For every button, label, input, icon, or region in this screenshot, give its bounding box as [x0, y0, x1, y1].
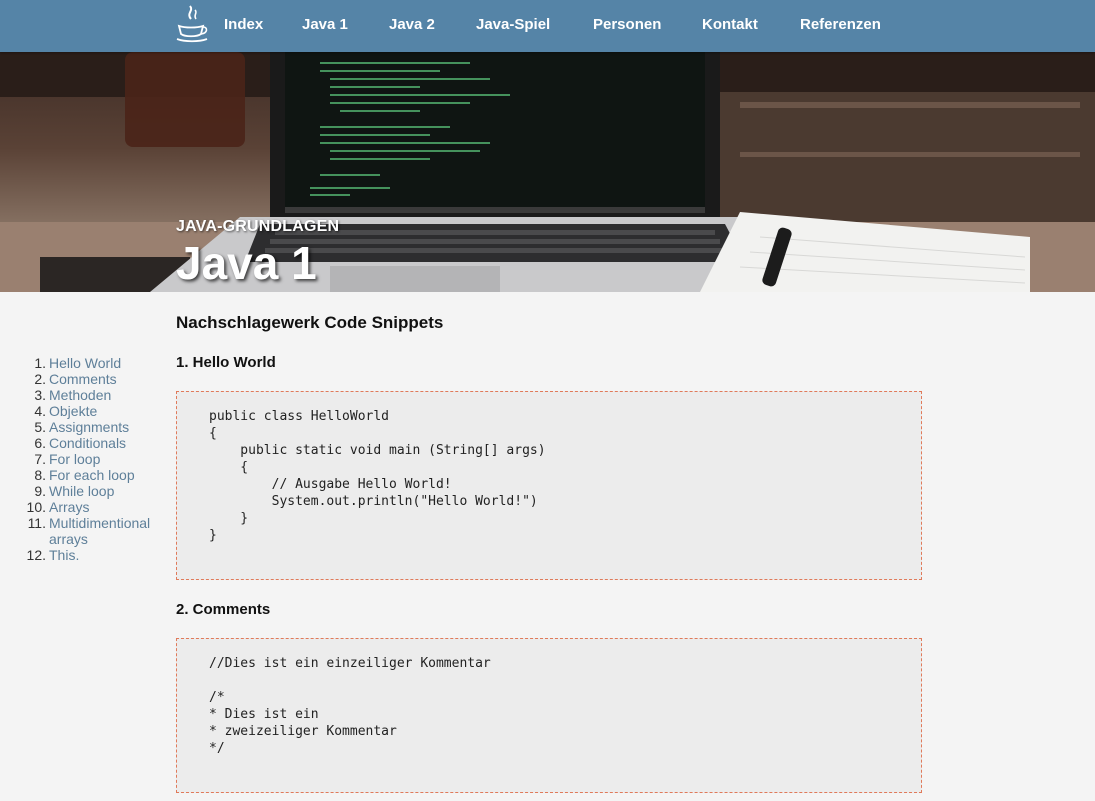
toc-link-objekte[interactable]: Objekte	[49, 403, 161, 419]
toc-link-assignments[interactable]: Assignments	[49, 419, 161, 435]
code-block-comments[interactable]: //Dies ist ein einzeiliger Kommentar /* …	[176, 638, 922, 793]
nav-java-1[interactable]: Java 1	[302, 16, 348, 33]
nav-java-spiel[interactable]: Java-Spiel	[476, 16, 550, 33]
toc-number: 3.	[34, 387, 46, 403]
nav-kontakt[interactable]: Kontakt	[702, 16, 758, 33]
toc-link-arrays[interactable]: Arrays	[49, 499, 161, 515]
toc-number: 1.	[34, 355, 46, 371]
toc-number: 8.	[34, 467, 46, 483]
toc-link-multidimentional-arrays[interactable]: Multidimentional arrays	[49, 515, 161, 547]
toc-number: 7.	[34, 451, 46, 467]
toc-number: 12.	[26, 547, 46, 563]
toc-link-methoden[interactable]: Methoden	[49, 387, 161, 403]
code-block-hello-world[interactable]: public class HelloWorld { public static …	[176, 391, 922, 580]
toc-number: 9.	[34, 483, 46, 499]
hero-laptop-photo	[0, 52, 1095, 292]
hero-kicker: JAVA-GRUNDLAGEN	[176, 218, 340, 235]
toc-number: 2.	[34, 371, 46, 387]
toc-number: 5.	[34, 419, 46, 435]
toc-number: 10.	[26, 499, 46, 515]
nav-referenzen[interactable]: Referenzen	[800, 16, 881, 33]
toc-link-while-loop[interactable]: While loop	[49, 483, 161, 499]
toc-item: 1. Hello World	[0, 355, 165, 371]
toc-number: 11.	[27, 515, 46, 531]
toc-number: 4.	[34, 403, 46, 419]
java-logo-icon[interactable]	[175, 4, 209, 44]
toc-item: 2. Comments	[0, 371, 165, 387]
toc-link-for-loop[interactable]: For loop	[49, 451, 161, 467]
section-title-hello-world: 1. Hello World	[176, 354, 276, 371]
top-navbar: Index Java 1 Java 2 Java-Spiel Personen …	[0, 0, 1095, 52]
toc-item: 10. Arrays	[0, 499, 165, 515]
toc-item: 4. Objekte	[0, 403, 165, 419]
toc-item: 9. While loop	[0, 483, 165, 499]
code-text: //Dies ist ein einzeiliger Kommentar /* …	[209, 656, 491, 756]
toc-item: 3. Methoden	[0, 387, 165, 403]
toc-item: 7. For loop	[0, 451, 165, 467]
toc-item: 5. Assignments	[0, 419, 165, 435]
page-heading: Nachschlagewerk Code Snippets	[176, 313, 444, 332]
toc-item: 6. Conditionals	[0, 435, 165, 451]
toc-item: 12. This.	[0, 547, 165, 563]
hero-banner: JAVA-GRUNDLAGEN Java 1	[0, 52, 1095, 292]
nav-java-2[interactable]: Java 2	[389, 16, 435, 33]
toc-link-for-each-loop[interactable]: For each loop	[49, 467, 161, 483]
nav-personen[interactable]: Personen	[593, 16, 661, 33]
toc-number: 6.	[34, 435, 46, 451]
toc-item: 8. For each loop	[0, 467, 165, 483]
toc-link-conditionals[interactable]: Conditionals	[49, 435, 161, 451]
table-of-contents: 1. Hello World 2. Comments 3. Methoden 4…	[0, 355, 165, 563]
toc-item: 11. Multidimentional arrays	[0, 515, 165, 547]
nav-index[interactable]: Index	[224, 16, 263, 33]
section-title-comments: 2. Comments	[176, 601, 271, 618]
hero-title: Java 1	[176, 237, 317, 289]
code-text: public class HelloWorld { public static …	[209, 409, 546, 543]
toc-link-this[interactable]: This.	[49, 547, 161, 563]
toc-link-hello-world[interactable]: Hello World	[49, 355, 161, 371]
toc-link-comments[interactable]: Comments	[49, 371, 161, 387]
